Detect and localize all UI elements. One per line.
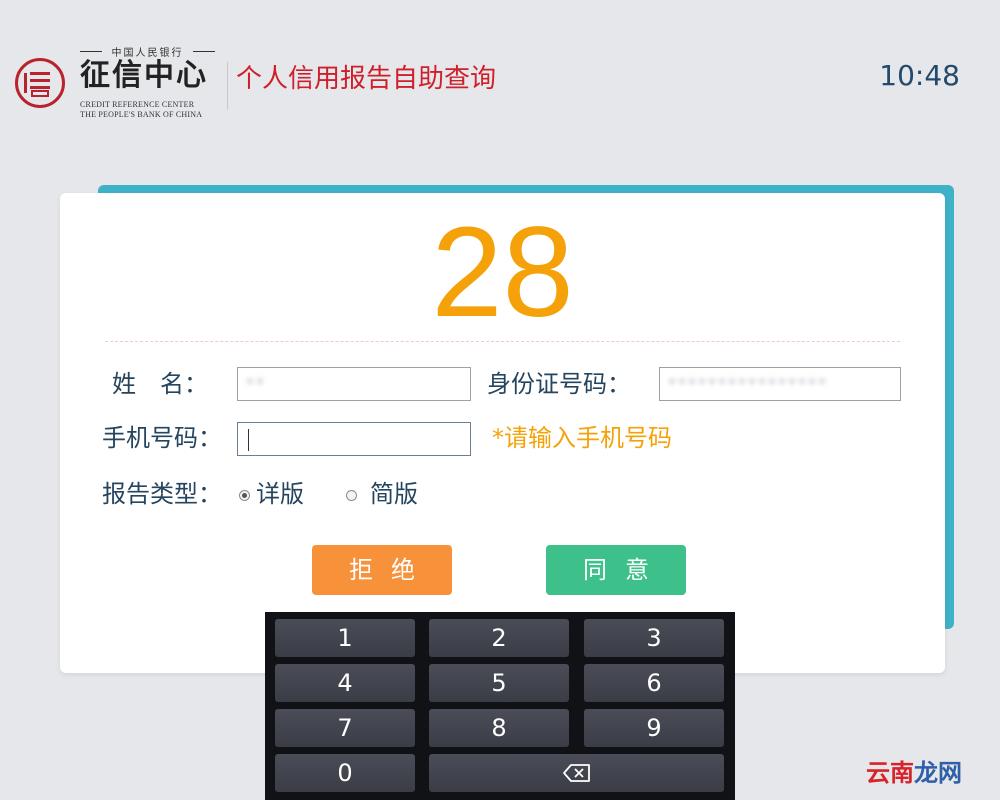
watermark-part-b: 龙网 bbox=[914, 759, 962, 787]
radio-detailed-label[interactable]: 详版 bbox=[256, 479, 304, 509]
countdown-timer: 28 bbox=[431, 201, 574, 344]
watermark: 云南龙网 bbox=[866, 758, 962, 788]
backspace-key[interactable] bbox=[429, 754, 724, 792]
backspace-icon bbox=[562, 764, 590, 782]
key-8[interactable]: 8 bbox=[429, 709, 569, 747]
key-9[interactable]: 9 bbox=[584, 709, 724, 747]
credit-center-seal-icon bbox=[15, 58, 65, 108]
key-4[interactable]: 4 bbox=[275, 664, 415, 702]
agree-button[interactable]: 同意 bbox=[546, 545, 686, 595]
logo-top-text: 中国人民银行 bbox=[80, 44, 215, 59]
name-field[interactable]: ** bbox=[237, 367, 471, 401]
key-6[interactable]: 6 bbox=[584, 664, 724, 702]
key-3[interactable]: 3 bbox=[584, 619, 724, 657]
id-number-label: 身份证号码： bbox=[487, 370, 631, 398]
separator bbox=[105, 341, 900, 342]
header-divider bbox=[227, 62, 228, 110]
phone-label: 手机号码： bbox=[102, 424, 222, 452]
key-1[interactable]: 1 bbox=[275, 619, 415, 657]
phone-input[interactable] bbox=[237, 422, 471, 456]
key-7[interactable]: 7 bbox=[275, 709, 415, 747]
report-type-label: 报告类型： bbox=[102, 480, 222, 508]
text-caret bbox=[248, 428, 249, 451]
logo-en-line2: THE PEOPLE'S BANK OF CHINA bbox=[80, 110, 203, 119]
name-label: 姓 名： bbox=[112, 370, 208, 398]
form-card: 28 姓 名： ** 身份证号码： **************** 手机号码：… bbox=[60, 193, 945, 673]
name-value: ** bbox=[246, 374, 266, 393]
app-title: 个人信用报告自助查询 bbox=[236, 64, 497, 94]
radio-simple-label[interactable]: 简版 bbox=[370, 479, 418, 509]
header: 中国人民银行 征信中心 CREDIT REFERENCE CENTER THE … bbox=[0, 0, 1000, 130]
clock: 10:48 bbox=[879, 59, 960, 92]
id-number-field[interactable]: **************** bbox=[659, 367, 901, 401]
radio-detailed[interactable] bbox=[239, 490, 250, 501]
watermark-part-a: 云南 bbox=[866, 759, 914, 787]
reject-button[interactable]: 拒绝 bbox=[312, 545, 452, 595]
radio-simple[interactable] bbox=[346, 490, 357, 501]
logo-en-line1: CREDIT REFERENCE CENTER bbox=[80, 100, 195, 109]
logo-main-text: 征信中心 bbox=[80, 58, 208, 93]
key-0[interactable]: 0 bbox=[275, 754, 415, 792]
numeric-keypad: 1 2 3 4 5 6 7 8 9 0 bbox=[265, 612, 735, 800]
logo: 中国人民银行 征信中心 CREDIT REFERENCE CENTER THE … bbox=[80, 44, 220, 124]
key-5[interactable]: 5 bbox=[429, 664, 569, 702]
key-2[interactable]: 2 bbox=[429, 619, 569, 657]
id-number-value: **************** bbox=[668, 374, 828, 393]
phone-hint: *请输入手机号码 bbox=[492, 424, 672, 452]
